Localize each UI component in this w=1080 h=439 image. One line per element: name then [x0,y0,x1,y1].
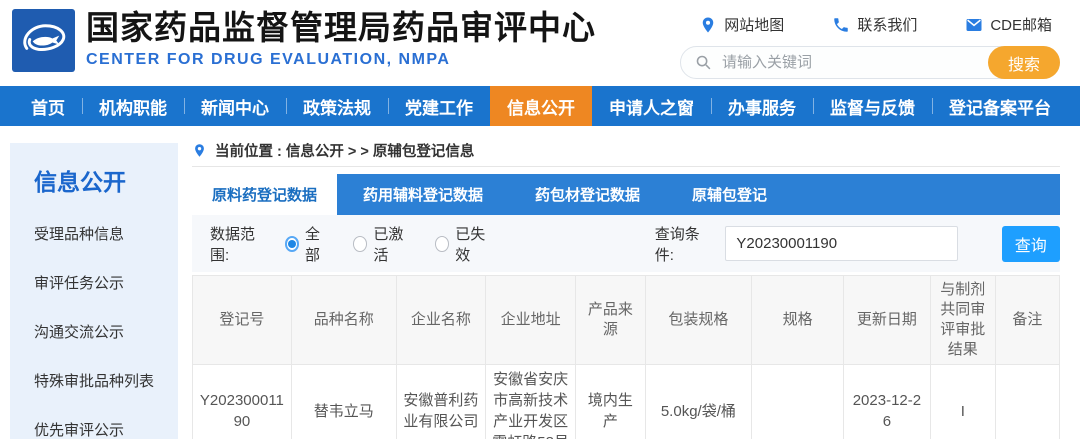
col-product-source: 产品来源 [575,275,646,365]
radio-expired[interactable]: 已失效 [434,223,495,265]
radio-all[interactable]: 全部 [284,223,331,265]
col-company-address: 企业地址 [485,275,577,365]
main-panel: 当前位置 : 信息公开 > > 原辅包登记信息 原料药登记数据 药用辅料登记数据… [192,143,1061,439]
mailbox-label: CDE邮箱 [990,17,1052,34]
breadcrumb-text: 当前位置 : 信息公开 > > 原辅包登记信息 [215,143,475,160]
sitemap-label: 网站地图 [724,17,785,34]
col-update-date: 更新日期 [843,275,931,365]
location-pin-icon [195,143,204,157]
query-condition-input[interactable] [725,226,958,261]
nav-item-policy[interactable]: 政策法规 [286,86,388,126]
cell-joint-review-result: I [929,364,996,439]
cell-packaging-spec: 5.0kg/袋/桶 [644,364,753,439]
cell-product-source: 境内生产 [575,364,646,439]
query-button[interactable]: 查询 [1001,225,1060,262]
col-spec: 规格 [751,275,845,365]
nav-item-home[interactable]: 首页 [14,86,82,126]
sidebar-item-review-tasks[interactable]: 审评任务公示 [34,272,178,293]
col-company-name: 企业名称 [395,275,487,365]
col-registration-no: 登记号 [192,275,292,365]
breadcrumb: 当前位置 : 信息公开 > > 原辅包登记信息 [192,143,1060,167]
contact-label: 联系我们 [857,17,918,34]
radio-all-label: 全部 [305,225,321,264]
search-icon [696,55,711,70]
content-area: 信息公开 受理品种信息 审评任务公示 沟通交流公示 特殊审批品种列表 优先审评公… [0,143,1080,439]
nav-item-news[interactable]: 新闻中心 [184,86,286,126]
search-input[interactable] [712,54,988,71]
site-header: 国家药品监督管理局药品审评中心 CENTER FOR DRUG EVALUATI… [0,0,1080,86]
nav-item-applicant-window[interactable]: 申请人之窗 [592,86,711,126]
cell-company-name: 安徽普利药业有限公司 [395,364,487,439]
radio-activated[interactable]: 已激活 [353,223,413,265]
nav-item-party[interactable]: 党建工作 [388,86,490,126]
site-search: 搜索 [680,46,1060,79]
mailbox-link[interactable]: CDE邮箱 [965,14,1052,35]
nav-item-info-disclosure[interactable]: 信息公开 [490,86,592,126]
sidebar: 信息公开 受理品种信息 审评任务公示 沟通交流公示 特殊审批品种列表 优先审评公… [10,143,178,439]
site-title: 国家药品监督管理局药品审评中心 [86,9,596,46]
nav-item-supervision[interactable]: 监督与反馈 [813,86,932,126]
search-button[interactable]: 搜索 [988,46,1060,79]
table-row: Y20230001190 替韦立马 安徽普利药业有限公司 安徽省安庆市高新技术产… [192,364,1061,439]
col-variety-name: 品种名称 [290,275,397,365]
registration-table: 登记号 品种名称 企业名称 企业地址 产品来源 包装规格 规格 更新日期 与制剂… [192,275,1061,439]
radio-all-dot-icon [284,235,300,252]
radio-expired-label: 已失效 [455,225,486,264]
radio-expired-dot-icon [434,235,450,252]
cell-company-address: 安徽省安庆市高新技术产业开发区霞虹路58号 [485,364,577,439]
tab-api-registration[interactable]: 原料药登记数据 [192,174,338,215]
main-nav: 首页 机构职能 新闻中心 政策法规 党建工作 信息公开 申请人之窗 办事服务 监… [0,86,1080,126]
cde-logo-icon [12,9,75,72]
sidebar-title: 信息公开 [34,169,126,195]
sidebar-item-accepted-varieties[interactable]: 受理品种信息 [34,223,178,244]
nav-item-services[interactable]: 办事服务 [711,86,813,126]
site-subtitle: CENTER FOR DRUG EVALUATION, NMPA [86,51,451,68]
sidebar-item-communication[interactable]: 沟通交流公示 [34,321,178,342]
mail-icon [966,18,982,31]
col-joint-review-result: 与制剂共同审评审批结果 [929,275,996,365]
sitemap-link[interactable]: 网站地图 [699,14,784,35]
tab-excipient-registration[interactable]: 药用辅料登记数据 [337,174,509,215]
query-condition-label: 查询条件: [654,225,700,264]
col-packaging-spec: 包装规格 [644,275,753,365]
radio-activated-label: 已激活 [373,225,404,264]
cell-registration-no: Y20230001190 [192,364,292,439]
col-remarks: 备注 [994,275,1061,365]
cell-variety-name: 替韦立马 [290,364,397,439]
phone-icon [834,17,849,32]
utility-links: 网站地图 联系我们 CDE邮箱 [699,14,1052,35]
contact-link[interactable]: 联系我们 [832,14,917,35]
cell-update-date: 2023-12-26 [843,364,931,439]
site-title-block: 国家药品监督管理局药品审评中心 CENTER FOR DRUG EVALUATI… [86,8,596,69]
nav-item-functions[interactable]: 机构职能 [82,86,184,126]
tab-bar: 原料药登记数据 药用辅料登记数据 药包材登记数据 原辅包登记 [192,174,1060,215]
nav-item-registration-platform[interactable]: 登记备案平台 [932,86,1068,126]
tab-packaging-registration[interactable]: 药包材登记数据 [509,174,666,215]
sidebar-item-priority-review[interactable]: 优先审评公示 [34,419,178,439]
sidebar-item-special-approval[interactable]: 特殊审批品种列表 [34,370,178,391]
data-scope-label: 数据范围: [210,225,256,264]
map-pin-icon [703,17,714,32]
table-header-row: 登记号 品种名称 企业名称 企业地址 产品来源 包装规格 规格 更新日期 与制剂… [192,275,1061,365]
filter-row: 数据范围: 全部 已激活 已失效 查询条件: 查询 [192,215,1060,272]
cell-remarks [994,364,1061,439]
data-scope-radio-group: 全部 已激活 已失效 [284,223,495,265]
cell-spec [751,364,845,439]
radio-activated-dot-icon [353,235,368,252]
tab-raw-aux-pack[interactable]: 原辅包登记 [666,174,793,215]
